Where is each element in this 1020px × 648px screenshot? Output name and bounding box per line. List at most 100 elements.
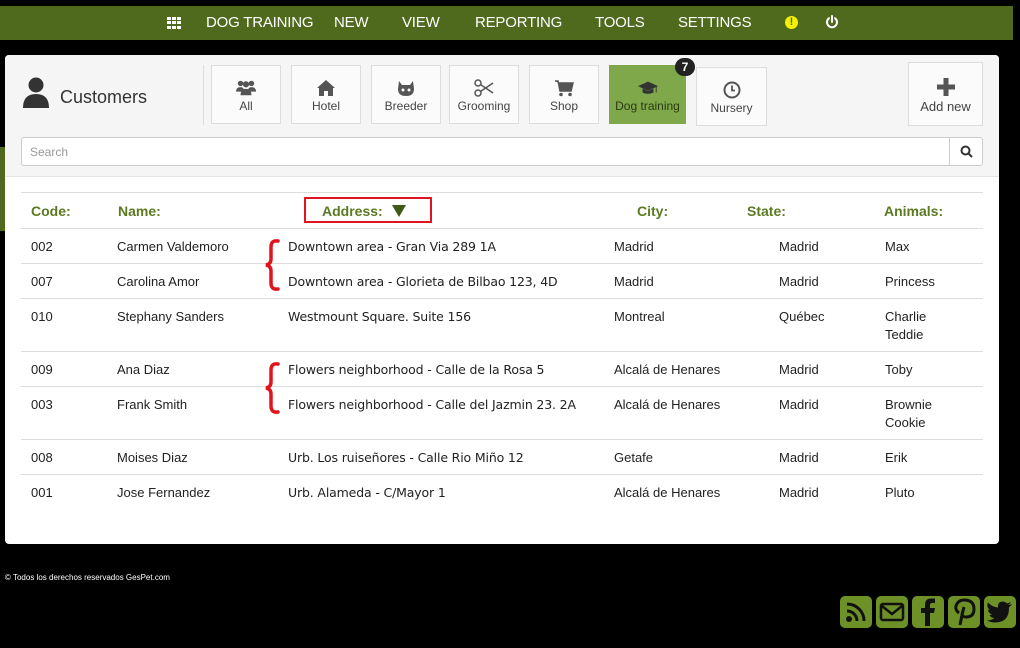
facebook-icon[interactable] bbox=[912, 596, 944, 628]
twitter-icon[interactable] bbox=[984, 596, 1016, 628]
nav-reporting[interactable]: REPORTING bbox=[475, 6, 562, 40]
cell-city: Getafe bbox=[614, 450, 654, 465]
table-row[interactable]: 001 Jose Fernandez Urb. Alameda - C/Mayor … bbox=[21, 474, 983, 509]
filter-hotel-button[interactable]: Hotel bbox=[291, 65, 361, 124]
filter-label: Nursery bbox=[710, 101, 753, 115]
col-code[interactable]: Code: bbox=[31, 203, 71, 219]
cell-code: 001 bbox=[31, 485, 53, 500]
table-row[interactable]: 009 Ana Diaz Flowers neighborhood - Calle … bbox=[21, 351, 983, 386]
pinterest-icon[interactable] bbox=[948, 596, 980, 628]
sort-desc-icon bbox=[391, 205, 406, 217]
filter-label: Shop bbox=[549, 99, 579, 113]
cell-code: 007 bbox=[31, 274, 53, 289]
cell-animals: Max bbox=[885, 238, 910, 256]
top-nav: DOG TRAINING NEW VIEW REPORTING TOOLS SE… bbox=[0, 6, 1013, 40]
cell-address: Downtown area - Glorieta de Bilbao 123, … bbox=[288, 274, 558, 289]
customers-panel: Customers All Hotel Breeder Grooming Sho… bbox=[5, 55, 999, 544]
table-row[interactable]: 007 Carolina Amor Downtown area - Glorieta… bbox=[21, 263, 983, 298]
cell-state: Madrid bbox=[779, 274, 819, 289]
animal-name[interactable]: Erik bbox=[885, 449, 907, 467]
home-icon bbox=[317, 80, 335, 96]
nav-new[interactable]: NEW bbox=[334, 6, 369, 40]
cell-code: 008 bbox=[31, 450, 53, 465]
add-new-button[interactable]: Add new bbox=[908, 62, 983, 126]
filter-nursery-button[interactable]: Nursery bbox=[696, 67, 767, 126]
cell-name: Frank Smith bbox=[117, 397, 188, 412]
cart-icon bbox=[555, 80, 574, 97]
customers-table: Code: Name: Address: City: State: Animal… bbox=[21, 192, 983, 509]
alert-icon[interactable]: ! bbox=[785, 16, 798, 29]
cell-address: Flowers neighborhood - Calle del Jazmin … bbox=[288, 397, 576, 412]
cell-address: Urb. Alameda - C/Mayor 1 bbox=[288, 485, 446, 500]
nav-dog-training[interactable]: DOG TRAINING bbox=[206, 6, 314, 40]
cell-state: Québec bbox=[779, 309, 825, 324]
users-icon bbox=[236, 80, 256, 96]
animal-name[interactable]: Charlie bbox=[885, 308, 926, 326]
table-body: 002 Carmen Valdemoro Downtown area - Gran … bbox=[21, 228, 983, 509]
scissors-icon bbox=[474, 79, 494, 97]
social-links bbox=[840, 596, 1016, 628]
cell-state: Madrid bbox=[779, 239, 819, 254]
table-row[interactable]: 008 Moises Diaz Urb. Los ruiseñores - Call… bbox=[21, 439, 983, 474]
animal-name[interactable]: Teddie bbox=[885, 326, 926, 344]
cell-address: Downtown area - Gran Via 289 1A bbox=[288, 239, 496, 254]
filter-all-button[interactable]: All bbox=[211, 65, 281, 124]
clock-icon bbox=[723, 81, 740, 99]
mail-icon[interactable] bbox=[876, 596, 908, 628]
cell-name: Ana Diaz bbox=[117, 362, 170, 377]
col-address-label: Address: bbox=[322, 203, 383, 219]
group-brace-annotation bbox=[265, 239, 280, 291]
cell-city: Alcalá de Henares bbox=[614, 362, 721, 377]
power-icon[interactable] bbox=[824, 14, 840, 30]
page-title: Customers bbox=[22, 77, 147, 109]
table-row[interactable]: 003 Frank Smith Flowers neighborhood - Cal… bbox=[21, 386, 983, 439]
animal-name[interactable]: Max bbox=[885, 238, 910, 256]
filter-shop-button[interactable]: Shop bbox=[529, 65, 599, 124]
filter-label: Grooming bbox=[457, 99, 511, 113]
cell-state: Madrid bbox=[779, 485, 819, 500]
plus-icon bbox=[936, 78, 955, 96]
animal-name[interactable]: Princess bbox=[885, 273, 935, 291]
animal-name[interactable]: Cookie bbox=[885, 414, 932, 432]
cat-icon bbox=[398, 81, 414, 96]
table-row[interactable]: 010 Stephany Sanders Westmount Square. Sui… bbox=[21, 298, 983, 351]
nav-view[interactable]: VIEW bbox=[402, 6, 440, 40]
search-bar bbox=[21, 137, 983, 166]
filter-label: Breeder bbox=[384, 99, 428, 113]
search-button[interactable] bbox=[949, 138, 982, 165]
cell-code: 003 bbox=[31, 397, 53, 412]
cell-name: Moises Diaz bbox=[117, 450, 188, 465]
filter-breeder-button[interactable]: Breeder bbox=[371, 65, 441, 124]
nav-tools[interactable]: TOOLS bbox=[595, 6, 645, 40]
cell-animals: Brownie Cookie bbox=[885, 396, 932, 432]
cell-animals: Princess bbox=[885, 273, 935, 291]
cell-city: Montreal bbox=[614, 309, 665, 324]
table-row[interactable]: 002 Carmen Valdemoro Downtown area - Gran … bbox=[21, 228, 983, 263]
user-icon bbox=[23, 77, 49, 108]
filter-grooming-button[interactable]: Grooming bbox=[449, 65, 519, 124]
nav-settings[interactable]: SETTINGS bbox=[678, 6, 752, 40]
col-city[interactable]: City: bbox=[637, 203, 668, 219]
search-input[interactable] bbox=[22, 138, 949, 165]
apps-grid-icon[interactable] bbox=[167, 17, 181, 29]
group-brace-annotation bbox=[265, 362, 280, 414]
divider bbox=[203, 65, 204, 125]
animal-name[interactable]: Brownie bbox=[885, 396, 932, 414]
animal-name[interactable]: Toby bbox=[885, 361, 912, 379]
cell-city: Alcalá de Henares bbox=[614, 485, 721, 500]
cell-city: Madrid bbox=[614, 274, 654, 289]
cell-name: Carolina Amor bbox=[117, 274, 200, 289]
copyright-text: © Todos los derechos reservados GesPet.c… bbox=[5, 573, 170, 582]
filter-label: Hotel bbox=[311, 99, 340, 113]
col-animals[interactable]: Animals: bbox=[884, 203, 943, 219]
cell-address: Urb. Los ruiseñores - Calle Rio Miño 12 bbox=[288, 450, 524, 465]
filter-dog-training-button[interactable]: Dog training 7 bbox=[609, 58, 695, 124]
col-address[interactable]: Address: bbox=[322, 203, 406, 219]
col-name[interactable]: Name: bbox=[118, 203, 161, 219]
animal-name[interactable]: Pluto bbox=[885, 484, 915, 502]
col-state[interactable]: State: bbox=[747, 203, 786, 219]
cell-state: Madrid bbox=[779, 397, 819, 412]
search-icon bbox=[960, 145, 973, 158]
rss-icon[interactable] bbox=[840, 596, 872, 628]
graduation-cap-icon bbox=[637, 81, 658, 94]
